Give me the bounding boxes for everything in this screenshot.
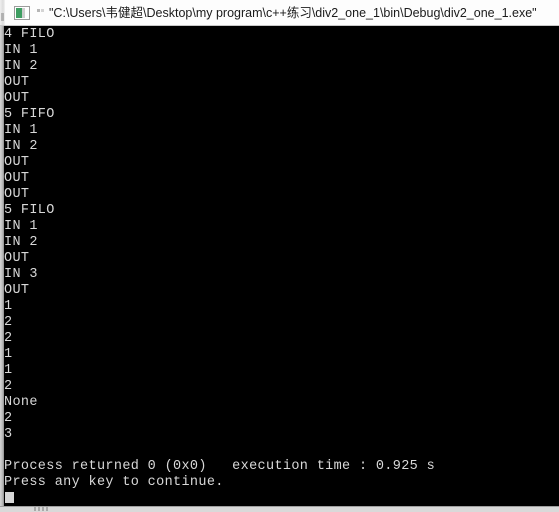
console-line: OUT — [4, 171, 30, 186]
console-output-area[interactable]: 4 FILO IN 1 IN 2 OUT OUT 5 FIFO IN 1 IN 2 OUT OUT… — [0, 26, 559, 506]
console-window: "C:\Users\韦健超\Desktop\my program\c++练习\d… — [0, 0, 559, 512]
console-line: OUT — [4, 155, 30, 170]
console-line: 4 FILO — [4, 27, 55, 42]
titlebar-dots-icon — [37, 9, 44, 16]
console-line: 5 FIFO — [4, 107, 55, 122]
console-app-icon — [14, 5, 30, 20]
console-line: 1 — [4, 363, 13, 378]
console-line: 3 — [4, 427, 13, 442]
window-left-edge-handle — [0, 0, 5, 25]
console-line: 1 — [4, 347, 13, 362]
console-line: 2 — [4, 411, 13, 426]
console-line: IN 1 — [4, 219, 38, 234]
console-line: Process returned 0 (0x0) execution time … — [4, 459, 436, 474]
console-cursor — [5, 492, 14, 503]
console-line: Press any key to continue. — [4, 475, 224, 490]
console-line: OUT — [4, 251, 30, 266]
window-resize-grip-icon[interactable] — [34, 507, 52, 511]
window-title: "C:\Users\韦健超\Desktop\my program\c++练习\d… — [49, 5, 537, 20]
console-line: OUT — [4, 283, 30, 298]
window-titlebar[interactable]: "C:\Users\韦健超\Desktop\my program\c++练习\d… — [0, 0, 559, 26]
console-line: 2 — [4, 331, 13, 346]
console-line: IN 1 — [4, 43, 38, 58]
console-icon-grey-block — [22, 7, 25, 18]
console-line: 5 FILO — [4, 203, 55, 218]
console-line: IN 2 — [4, 139, 38, 154]
console-line: IN 3 — [4, 267, 38, 282]
console-line: OUT — [4, 75, 30, 90]
console-line: 2 — [4, 379, 13, 394]
console-line: 2 — [4, 315, 13, 330]
console-line: IN 2 — [4, 235, 38, 250]
console-text-buffer: 4 FILO IN 1 IN 2 OUT OUT 5 FIFO IN 1 IN 2 OUT OUT… — [4, 27, 556, 491]
console-line: OUT — [4, 91, 30, 106]
window-bottom-edge — [0, 506, 559, 512]
console-line: None — [4, 395, 38, 410]
console-line: 1 — [4, 299, 13, 314]
console-line: IN 2 — [4, 59, 38, 74]
console-line: IN 1 — [4, 123, 38, 138]
console-line: OUT — [4, 187, 30, 202]
